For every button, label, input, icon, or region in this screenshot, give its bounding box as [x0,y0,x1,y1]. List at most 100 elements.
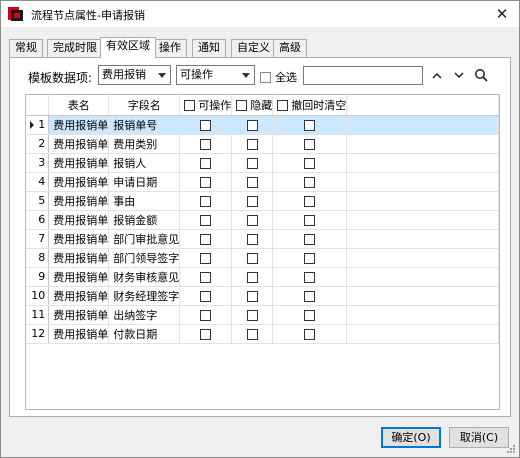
column-header-clear-on-withdraw[interactable]: 撤回时清空 [272,95,348,116]
template-item-value: 费用报销 [102,68,146,81]
table-row[interactable]: 9 费用报销单 财务审核意见 [26,267,499,287]
row-number: 3 [38,156,46,169]
hidden-checkbox[interactable] [246,271,258,283]
action-combo[interactable]: 可操作 [176,65,255,85]
row-number: 1 [38,118,46,131]
search-button[interactable] [473,67,489,83]
tab-deadline[interactable]: 完成时限 [47,39,103,57]
table-row[interactable]: 6 费用报销单 报销金额 [26,210,499,230]
clear-on-withdraw-checkbox[interactable] [304,290,316,302]
row-number-cell: 4 [26,172,50,192]
checkbox-cell [179,248,233,268]
operable-all-checkbox[interactable] [184,100,196,112]
operable-checkbox[interactable] [200,252,212,264]
current-row-indicator-icon [30,121,35,129]
hidden-checkbox[interactable] [246,195,258,207]
template-item-combo[interactable]: 费用报销 [98,65,171,85]
row-number-header [26,95,50,116]
hidden-checkbox[interactable] [246,176,258,188]
field-grid[interactable]: 表名 字段名 可操作 隐藏 撤回时清空 1 费用报销单 报销单号 2 费用报销单 费用类别… [25,94,500,410]
table-row[interactable]: 5 费用报销单 事由 [26,191,499,211]
select-all-label: 全选 [275,71,297,84]
operable-checkbox[interactable] [200,271,212,283]
clear-on-withdraw-checkbox[interactable] [304,252,316,264]
table-row[interactable]: 4 费用报销单 申请日期 [26,172,499,192]
filler-cell [346,305,499,325]
close-button[interactable]: ✕ [485,1,519,27]
clear-on-withdraw-checkbox[interactable] [304,138,316,150]
hidden-checkbox[interactable] [246,233,258,245]
tab-advanced[interactable]: 高级 [273,39,307,57]
checkbox-cell [231,324,274,344]
clear-on-withdraw-checkbox[interactable] [304,233,316,245]
table-row[interactable]: 8 费用报销单 部门领导签字 [26,248,499,268]
clear-on-withdraw-checkbox[interactable] [304,271,316,283]
checkbox-cell [272,324,348,344]
row-number-cell: 11 [26,305,50,325]
column-header-hidden[interactable]: 隐藏 [231,95,274,116]
hidden-checkbox[interactable] [246,290,258,302]
hidden-checkbox[interactable] [246,309,258,321]
clear-on-withdraw-checkbox[interactable] [304,176,316,188]
table-row[interactable]: 7 费用报销单 部门审批意见 [26,229,499,249]
hidden-checkbox[interactable] [246,157,258,169]
tab-notify[interactable]: 通知 [192,39,226,57]
clear-on-withdraw-checkbox[interactable] [304,119,316,131]
table-row[interactable]: 3 费用报销单 报销人 [26,153,499,173]
title-bar[interactable]: 流程节点属性-申请报销 ✕ [1,1,519,27]
operable-checkbox[interactable] [200,214,212,226]
table-row[interactable]: 1 费用报销单 报销单号 [26,115,499,135]
table-row[interactable]: 12 费用报销单 付款日期 [26,324,499,344]
table-row[interactable]: 11 费用报销单 出纳签字 [26,305,499,325]
next-match-button[interactable] [451,67,467,83]
field-name-cell: 财务审核意见 [108,267,181,287]
tab-valid-area[interactable]: 有效区域 [100,37,156,58]
checkbox-cell [179,286,233,306]
operable-checkbox[interactable] [200,157,212,169]
resize-grip-icon[interactable] [506,444,516,454]
table-row[interactable]: 10 费用报销单 财务经理签字 [26,286,499,306]
search-input[interactable] [303,66,423,85]
previous-match-button[interactable] [429,67,445,83]
column-header-field[interactable]: 字段名 [108,95,181,116]
checkbox-cell [179,305,233,325]
field-name-cell: 报销单号 [108,115,181,135]
table-row[interactable]: 2 费用报销单 费用类别 [26,134,499,154]
table-name-cell: 费用报销单 [48,229,110,249]
hidden-checkbox[interactable] [246,252,258,264]
operable-checkbox[interactable] [200,195,212,207]
operable-checkbox[interactable] [200,176,212,188]
hidden-all-checkbox[interactable] [236,100,248,112]
operable-checkbox[interactable] [200,290,212,302]
template-item-label: 模板数据项: [28,71,93,85]
column-header-operable[interactable]: 可操作 [179,95,233,116]
clear-on-withdraw-checkbox[interactable] [304,157,316,169]
hidden-checkbox[interactable] [246,138,258,150]
operable-checkbox[interactable] [200,233,212,245]
clear-on-withdraw-checkbox[interactable] [304,195,316,207]
column-header-table[interactable]: 表名 [48,95,110,116]
hidden-checkbox[interactable] [246,119,258,131]
operable-checkbox[interactable] [200,138,212,150]
row-number-cell: 3 [26,153,50,173]
tab-general[interactable]: 常规 [9,39,43,57]
field-name-cell: 出纳签字 [108,305,181,325]
hidden-checkbox[interactable] [246,214,258,226]
operable-checkbox[interactable] [200,309,212,321]
tab-custom[interactable]: 自定义 [231,39,276,57]
select-all-checkbox[interactable]: 全选 [260,69,297,85]
cancel-button[interactable]: 取消(C) [449,427,509,448]
clear-on-withdraw-checkbox[interactable] [304,214,316,226]
clear-on-withdraw-checkbox[interactable] [304,309,316,321]
chevron-down-icon [454,71,464,78]
ok-button[interactable]: 确定(O) [381,427,441,448]
operable-checkbox[interactable] [200,119,212,131]
operable-checkbox[interactable] [200,328,212,340]
clear-all-checkbox[interactable] [277,100,289,112]
hidden-checkbox[interactable] [246,328,258,340]
clear-on-withdraw-checkbox[interactable] [304,328,316,340]
filler-cell [346,210,499,230]
column-label-hidden: 隐藏 [250,98,273,112]
tab-operation[interactable]: 操作 [153,39,187,57]
checkbox-cell [272,134,348,154]
